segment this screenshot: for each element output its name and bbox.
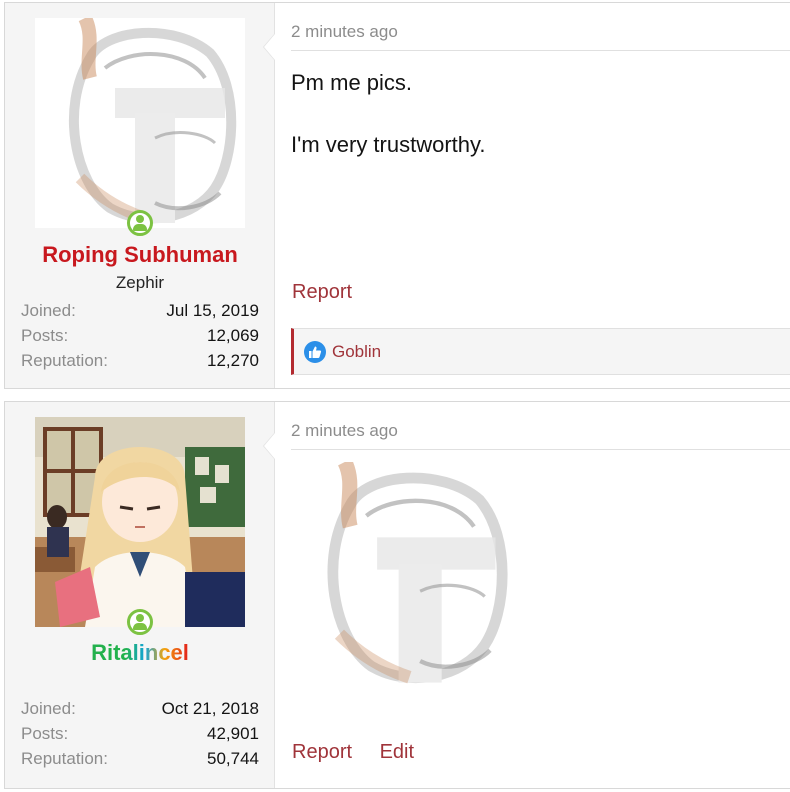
report-link[interactable]: Report	[292, 741, 352, 763]
message-arrow	[263, 33, 275, 61]
username-text: Ritalincel	[91, 640, 189, 665]
message-body: Pm me pics. I'm very trustworthy.	[291, 69, 486, 193]
stat-value: 42,901	[207, 724, 259, 743]
username[interactable]: Ritalincel	[5, 640, 275, 666]
post: Ritalincel Joined: Oct 21, 2018 Posts: 4…	[4, 401, 790, 789]
stat-value: Oct 21, 2018	[161, 699, 259, 718]
stat-label: Joined:	[21, 301, 76, 320]
username[interactable]: Roping Subhuman	[5, 242, 275, 268]
user-stats: Joined: Oct 21, 2018 Posts: 42,901 Reput…	[21, 699, 259, 774]
message-content: 2 minutes ago Pm me pics. I'm very trust…	[276, 3, 790, 388]
reaction-user-link[interactable]: Goblin	[332, 342, 381, 362]
stat-label: Reputation:	[21, 351, 108, 370]
stat-value: 12,270	[207, 351, 259, 370]
user-title: Zephir	[115, 273, 165, 292]
stat-label: Joined:	[21, 699, 76, 718]
stat-posts: Posts: 42,901	[21, 724, 259, 749]
like-icon	[304, 340, 326, 363]
edit-link[interactable]: Edit	[380, 741, 414, 763]
divider	[291, 449, 790, 450]
message-line: Pm me pics.	[291, 70, 413, 95]
stat-label: Reputation:	[21, 749, 108, 768]
message-arrow	[263, 432, 275, 460]
stat-value: 50,744	[207, 749, 259, 768]
stat-joined: Joined: Oct 21, 2018	[21, 699, 259, 724]
post-actions: Report Edit	[292, 741, 436, 764]
stat-label: Posts:	[21, 724, 69, 743]
post-timestamp[interactable]: 2 minutes ago	[291, 22, 398, 42]
message-line: I'm very trustworthy.	[291, 132, 486, 157]
online-status-icon	[127, 210, 153, 236]
divider	[291, 50, 790, 51]
stat-label: Posts:	[21, 326, 69, 345]
post-timestamp[interactable]: 2 minutes ago	[291, 421, 398, 441]
stat-reputation: Reputation: 50,744	[21, 749, 259, 774]
stat-reputation: Reputation: 12,270	[21, 351, 259, 376]
user-info-panel: Ritalincel Joined: Oct 21, 2018 Posts: 4…	[5, 402, 275, 788]
stat-joined: Joined: Jul 15, 2019	[21, 301, 259, 326]
report-link[interactable]: Report	[292, 281, 352, 303]
avatar[interactable]	[35, 417, 245, 627]
online-status-icon	[127, 609, 153, 635]
post: Roping Subhuman Zephir Joined: Jul 15, 2…	[4, 2, 790, 389]
embedded-image[interactable]	[291, 458, 517, 688]
message-content: 2 minutes ago Report Edit	[276, 402, 790, 788]
user-stats: Joined: Jul 15, 2019 Posts: 12,069 Reput…	[21, 301, 259, 376]
reactions-bar: Goblin	[291, 328, 790, 375]
avatar[interactable]	[35, 18, 245, 228]
stat-posts: Posts: 12,069	[21, 326, 259, 351]
user-info-panel: Roping Subhuman Zephir Joined: Jul 15, 2…	[5, 3, 275, 388]
post-actions: Report	[292, 281, 374, 304]
stat-value: 12,069	[207, 326, 259, 345]
stat-value: Jul 15, 2019	[166, 301, 259, 320]
